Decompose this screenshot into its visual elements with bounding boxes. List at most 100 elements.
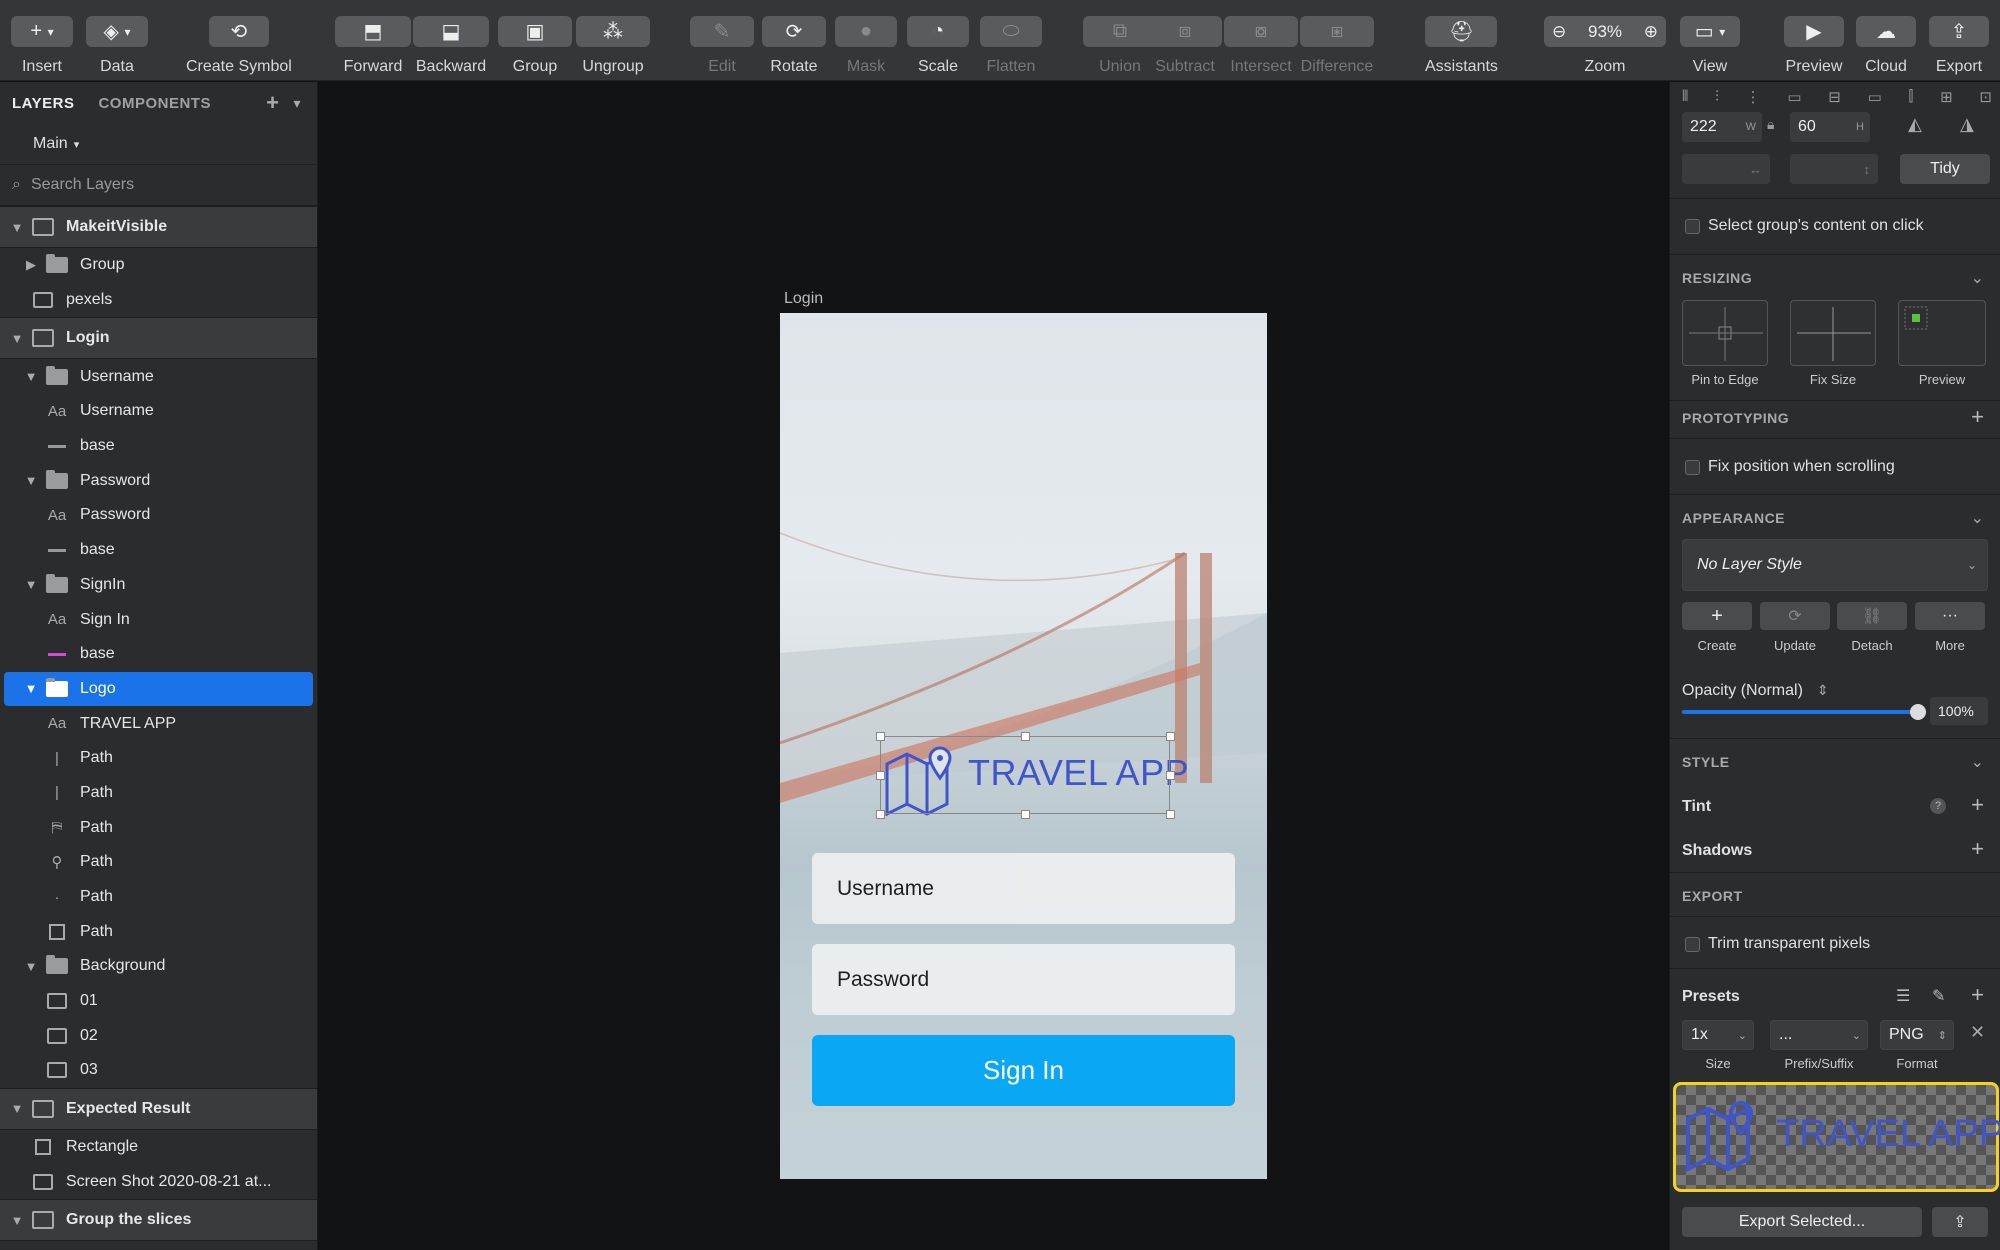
layer-artboard[interactable]: ▼ MakeitVisible xyxy=(0,206,317,248)
chevron-down-icon[interactable]: ⌄ xyxy=(1971,508,1984,528)
backward-tool[interactable]: ⬓ Backward xyxy=(413,16,489,76)
layer-item[interactable]: 01 xyxy=(0,984,317,1019)
layer-item[interactable]: Aa Username xyxy=(0,394,317,429)
height-field[interactable]: 60 H xyxy=(1790,112,1870,142)
disclosure-triangle-icon[interactable]: ▼ xyxy=(24,473,38,488)
disclosure-triangle-icon[interactable]: ▼ xyxy=(10,331,24,346)
search-input[interactable]: Search Layers xyxy=(31,176,134,194)
disclosure-triangle-icon[interactable]: ▼ xyxy=(24,959,38,974)
layer-item[interactable]: base xyxy=(0,637,317,672)
distribute-horizontal-icon[interactable]: ⊞ xyxy=(1940,88,1953,110)
disclosure-triangle-icon[interactable]: ▶ xyxy=(24,257,38,273)
layer-item[interactable]: ▼ Username xyxy=(0,359,317,394)
layer-item[interactable]: 03 xyxy=(0,1053,317,1088)
disclosure-triangle-icon[interactable]: ▼ xyxy=(10,220,24,235)
flatten-tool[interactable]: ⬭ Flatten xyxy=(980,16,1042,76)
search-layers[interactable]: ⌕ Search Layers xyxy=(0,164,317,206)
username-field[interactable]: Username xyxy=(812,853,1235,924)
logo-group[interactable]: TRAVEL APP xyxy=(876,732,1189,826)
cloud-tool[interactable]: ☁ Cloud xyxy=(1856,16,1916,76)
opacity-slider-knob[interactable] xyxy=(1910,704,1926,720)
password-field[interactable]: Password xyxy=(812,944,1235,1015)
add-export-icon[interactable]: + xyxy=(1971,982,1984,1008)
view-tool[interactable]: ▭ ▾ View xyxy=(1680,16,1740,76)
export-size-select[interactable]: 1x ⌄ xyxy=(1682,1020,1754,1050)
disclosure-triangle-icon[interactable]: ▼ xyxy=(10,1101,24,1116)
layer-item[interactable]: Path xyxy=(0,914,317,949)
update-style-button[interactable]: ⟳ xyxy=(1760,602,1830,630)
export-selected-button[interactable]: Export Selected... xyxy=(1682,1207,1922,1237)
layer-item[interactable]: · Path xyxy=(0,880,317,915)
layer-item[interactable]: ▼ Background xyxy=(0,949,317,984)
zoom-control[interactable]: ⊖ 93% ⊕ xyxy=(1544,16,1666,47)
distribute-vertical-icon[interactable]: ⊡ xyxy=(1979,88,1992,110)
artboard-login[interactable]: TRAVEL APP Username Password Sign In xyxy=(780,313,1267,1179)
close-icon[interactable]: ✕ xyxy=(1970,1022,1985,1043)
vertical-spacing-field[interactable]: ↕ xyxy=(1790,154,1878,184)
artboard-title[interactable]: Login xyxy=(784,290,823,308)
union-tool[interactable]: ⧉ Union xyxy=(1083,16,1157,76)
add-prototype-icon[interactable]: + xyxy=(1971,404,1984,430)
width-field[interactable]: 222 W xyxy=(1682,112,1762,142)
layer-item[interactable]: Aa Password xyxy=(0,498,317,533)
resize-handle[interactable] xyxy=(1166,771,1175,780)
layer-item[interactable]: 02 xyxy=(0,1018,317,1053)
zoom-in-icon[interactable]: ⊕ xyxy=(1644,22,1658,42)
resize-handle[interactable] xyxy=(876,810,885,819)
chevron-down-icon[interactable]: ⌄ xyxy=(1971,268,1984,288)
tab-components[interactable]: COMPONENTS xyxy=(98,95,211,112)
tab-layers[interactable]: LAYERS xyxy=(12,95,74,112)
flip-horizontal-icon[interactable]: ◭ xyxy=(1908,114,1922,135)
create-style-button[interactable]: + xyxy=(1682,602,1752,630)
fix-position-checkbox[interactable] xyxy=(1685,460,1700,475)
align-right-icon[interactable]: ⫿ xyxy=(1909,88,1914,110)
blend-mode-stepper-icon[interactable]: ⇕ xyxy=(1817,682,1829,699)
create-symbol-tool[interactable]: ⟲ Create Symbol xyxy=(186,16,292,76)
add-page-icon[interactable]: + xyxy=(266,90,279,116)
distribute-icon[interactable]: ⋮ xyxy=(1746,88,1761,110)
layer-item[interactable]: ▶ Group xyxy=(0,248,317,283)
slice-knife-icon[interactable]: ✎ xyxy=(1932,986,1945,1006)
tidy-button[interactable]: Tidy xyxy=(1900,154,1990,184)
layer-item[interactable]: Screen Shot 2020-08-21 at... xyxy=(0,1165,317,1200)
resize-handle[interactable] xyxy=(1021,810,1030,819)
disclosure-triangle-icon[interactable]: ▼ xyxy=(24,369,38,384)
layer-item[interactable]: base xyxy=(0,533,317,568)
ungroup-tool[interactable]: ⁂ Ungroup xyxy=(576,16,650,76)
opacity-slider[interactable] xyxy=(1682,704,1926,720)
detach-style-button[interactable]: ⛓ xyxy=(1837,602,1907,630)
preview-tool[interactable]: ▶ Preview xyxy=(1784,16,1844,76)
resize-handle[interactable] xyxy=(876,732,885,741)
lock-icon[interactable]: 🔒︎ xyxy=(1767,116,1774,133)
flip-vertical-icon[interactable]: ◮ xyxy=(1960,114,1974,135)
resize-handle[interactable] xyxy=(1166,810,1175,819)
chevron-down-icon[interactable]: ▾ xyxy=(293,95,301,112)
signin-button[interactable]: Sign In xyxy=(812,1035,1235,1106)
more-style-button[interactable]: ··· xyxy=(1915,602,1985,630)
edit-tool[interactable]: ✎ Edit xyxy=(690,16,754,76)
help-icon[interactable]: ? xyxy=(1930,798,1946,814)
fix-size-box[interactable] xyxy=(1790,300,1876,366)
forward-tool[interactable]: ⬒ Forward xyxy=(335,16,411,76)
intersect-tool[interactable]: ⧇ Intersect xyxy=(1224,16,1298,76)
layer-item[interactable]: ▼ Password xyxy=(0,463,317,498)
add-shadow-icon[interactable]: + xyxy=(1971,836,1984,862)
disclosure-triangle-icon[interactable]: ▼ xyxy=(24,681,38,696)
layer-artboard[interactable]: ▼ Expected Result xyxy=(0,1087,317,1130)
layer-item[interactable]: ⚲ Path xyxy=(0,845,317,880)
add-tint-icon[interactable]: + xyxy=(1971,792,1984,818)
insert-tool[interactable]: + ▾ Insert xyxy=(11,16,73,76)
resize-handle[interactable] xyxy=(1021,732,1030,741)
export-format-select[interactable]: PNG ⇕ xyxy=(1880,1020,1954,1050)
layer-item[interactable]: pexels xyxy=(0,283,317,318)
sliders-icon[interactable]: ☰ xyxy=(1896,986,1910,1006)
page-selector[interactable]: Main ▾ xyxy=(0,124,317,164)
pin-to-edge-box[interactable] xyxy=(1682,300,1768,366)
align-center-icon[interactable]: ⫶ xyxy=(1715,88,1719,110)
scale-tool[interactable]: ◔ Scale xyxy=(907,16,969,76)
export-tool[interactable]: ⇪ Export xyxy=(1929,16,1989,76)
align-left-icon[interactable]: ⫴ xyxy=(1682,88,1688,110)
zoom-tool[interactable]: ⊖ 93% ⊕ Zoom xyxy=(1544,16,1666,76)
align-middle-icon[interactable]: ⊟ xyxy=(1828,88,1841,110)
layer-item[interactable]: base xyxy=(0,429,317,464)
